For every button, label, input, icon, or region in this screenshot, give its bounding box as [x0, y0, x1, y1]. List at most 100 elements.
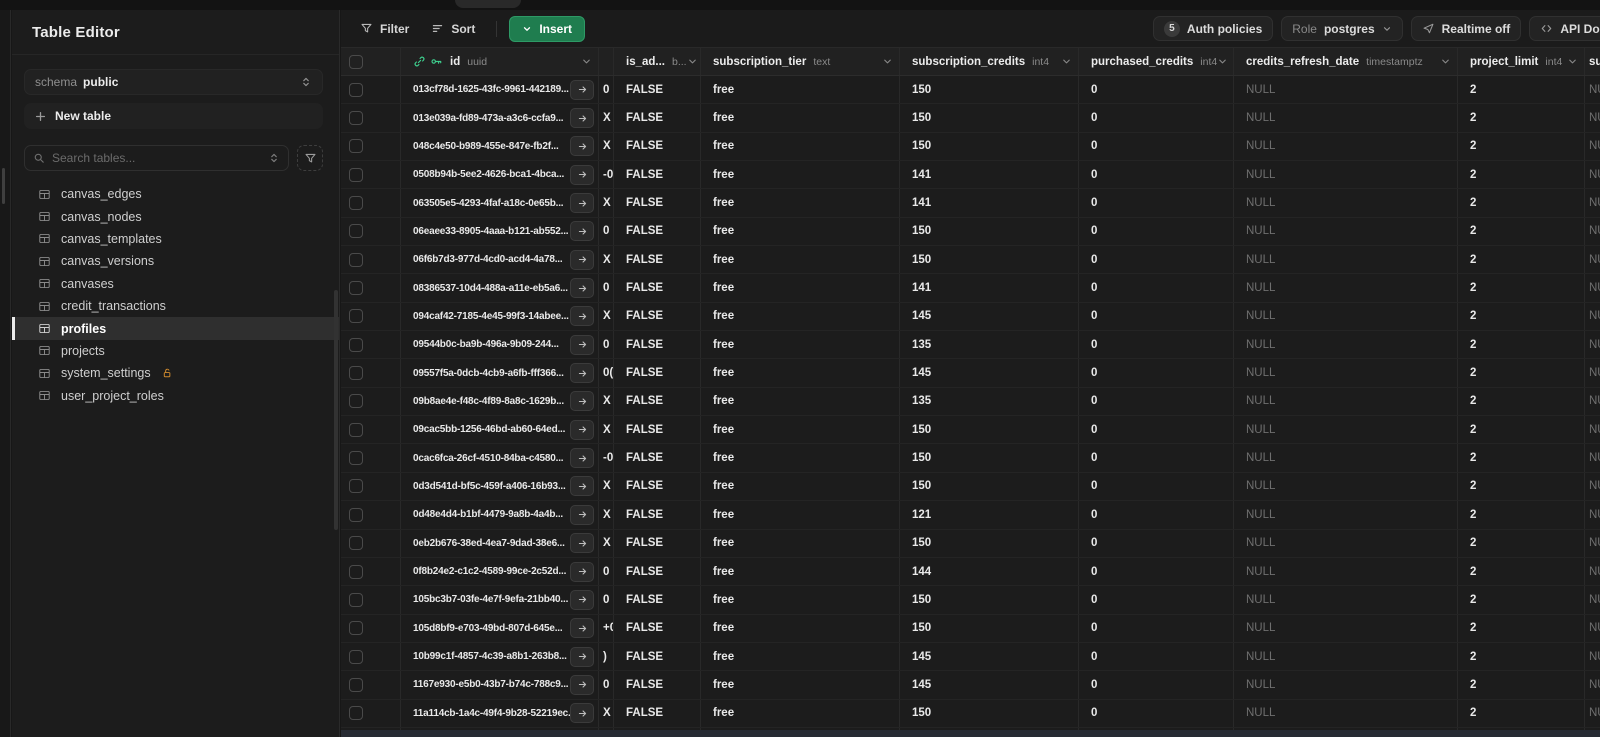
expand-row-button[interactable] — [570, 589, 594, 610]
tables-filter-button[interactable] — [297, 145, 323, 171]
sidebar-item-canvas_edges[interactable]: canvas_edges — [12, 183, 339, 205]
sidebar-scrollbar-thumb[interactable] — [334, 290, 338, 530]
row-checkbox[interactable] — [349, 451, 363, 466]
sidebar-item-credit_transactions[interactable]: credit_transactions — [12, 295, 339, 317]
uuid-value: 11a114cb-1a4c-49f4-9b28-52219ec... — [413, 707, 576, 719]
expand-row-button[interactable] — [570, 363, 594, 384]
row-checkbox[interactable] — [349, 167, 363, 182]
expand-row-button[interactable] — [570, 221, 594, 242]
row-checkbox[interactable] — [349, 252, 363, 267]
role-select-button[interactable]: Role postgres — [1281, 16, 1403, 41]
expand-row-button[interactable] — [570, 334, 594, 355]
column-header-subscription_credits[interactable]: subscription_credits int4 — [900, 48, 1079, 75]
expand-row-button[interactable] — [570, 164, 594, 185]
row-checkbox[interactable] — [349, 281, 363, 296]
sidebar-item-canvas_templates[interactable]: canvas_templates — [12, 228, 339, 250]
table-list: canvas_edges canvas_nodes canvas_templates… — [12, 183, 339, 407]
row-checkbox[interactable] — [349, 649, 363, 664]
rail-scrollbar-thumb[interactable] — [2, 168, 5, 204]
expand-row-button[interactable] — [570, 674, 594, 695]
sort-label: Sort — [451, 21, 476, 36]
expand-row-button[interactable] — [570, 79, 594, 100]
expand-row-button[interactable] — [570, 419, 594, 440]
select-all-checkbox[interactable] — [349, 54, 363, 69]
arrow-right-icon — [577, 424, 588, 435]
row-checkbox-cell — [341, 586, 401, 614]
cell-is-admin: FALSE — [614, 472, 701, 501]
sidebar-item-canvases[interactable]: canvases — [12, 273, 339, 295]
row-checkbox[interactable] — [349, 82, 363, 97]
row-checkbox[interactable] — [349, 394, 363, 409]
sidebar-item-user_project_roles[interactable]: user_project_roles — [12, 385, 339, 407]
column-header-subscription_tier[interactable]: subscription_tier text — [701, 48, 900, 75]
row-checkbox[interactable] — [349, 224, 363, 239]
column-header-project_limit[interactable]: project_limit int4 — [1458, 48, 1585, 75]
row-checkbox[interactable] — [349, 507, 363, 522]
expand-row-button[interactable] — [570, 561, 594, 582]
row-checkbox-cell — [341, 274, 401, 302]
last-clipped-value: NULL — [1589, 395, 1600, 408]
column-header-purchased_credits[interactable]: purchased_credits int4 — [1079, 48, 1234, 75]
expand-row-button[interactable] — [570, 504, 594, 525]
refresh-date-value: NULL — [1246, 83, 1276, 96]
refresh-date-value: NULL — [1246, 707, 1276, 720]
sidebar-item-system_settings[interactable]: system_settings — [12, 362, 339, 384]
cell-clipped-last: NULL — [1585, 76, 1600, 103]
row-checkbox[interactable] — [349, 337, 363, 352]
expand-row-button[interactable] — [570, 193, 594, 214]
row-checkbox[interactable] — [349, 706, 363, 721]
expand-row-button[interactable] — [570, 278, 594, 299]
row-checkbox[interactable] — [349, 422, 363, 437]
cell-purchased-credits: 0 — [1079, 671, 1234, 699]
column-header-credits_refresh_date[interactable]: credits_refresh_date timestamptz — [1234, 48, 1458, 75]
sidebar-item-projects[interactable]: projects — [12, 340, 339, 362]
sidebar-item-canvas_versions[interactable]: canvas_versions — [12, 250, 339, 272]
row-checkbox[interactable] — [349, 139, 363, 154]
row-checkbox[interactable] — [349, 111, 363, 126]
expand-row-button[interactable] — [570, 108, 594, 129]
api-docs-button[interactable]: API Docs — [1529, 16, 1600, 41]
subscription-credits-value: 145 — [912, 650, 932, 663]
new-table-button[interactable]: New table — [24, 103, 323, 129]
chevrons-up-down-icon[interactable] — [268, 152, 280, 164]
expand-row-button[interactable] — [570, 249, 594, 270]
row-checkbox[interactable] — [349, 677, 363, 692]
filter-button[interactable]: Filter — [351, 16, 418, 42]
auth-policies-button[interactable]: 5 Auth policies — [1152, 16, 1274, 41]
row-checkbox[interactable] — [349, 196, 363, 211]
column-header-id[interactable]: id uuid — [401, 48, 599, 75]
row-checkbox[interactable] — [349, 309, 363, 324]
sidebar-item-canvas_nodes[interactable]: canvas_nodes — [12, 205, 339, 227]
sort-button[interactable]: Sort — [422, 16, 484, 42]
column-header-is_ad...[interactable]: is_ad... b... — [614, 48, 701, 75]
schema-select[interactable]: schema public — [24, 69, 323, 95]
realtime-toggle-button[interactable]: Realtime off — [1410, 16, 1522, 41]
expand-row-button[interactable] — [570, 618, 594, 639]
expand-row-button[interactable] — [570, 306, 594, 327]
row-checkbox[interactable] — [349, 621, 363, 636]
horizontal-scrollbar[interactable] — [341, 730, 1600, 737]
column-header-clipped[interactable] — [599, 48, 614, 75]
tier-value: free — [713, 395, 735, 408]
expand-row-button[interactable] — [570, 533, 594, 554]
search-tables-input[interactable] — [52, 151, 261, 165]
column-header-su[interactable]: su — [1585, 48, 1600, 75]
row-checkbox[interactable] — [349, 479, 363, 494]
expand-row-button[interactable] — [570, 448, 594, 469]
row-checkbox[interactable] — [349, 564, 363, 579]
expand-row-button[interactable] — [570, 646, 594, 667]
expand-row-button[interactable] — [570, 703, 594, 724]
expand-row-button[interactable] — [570, 476, 594, 497]
purchased-credits-value: 0 — [1091, 707, 1098, 720]
row-checkbox[interactable] — [349, 536, 363, 551]
expand-row-button[interactable] — [570, 391, 594, 412]
expand-row-button[interactable] — [570, 136, 594, 157]
arrow-right-icon — [577, 538, 588, 549]
row-checkbox[interactable] — [349, 592, 363, 607]
purchased-credits-value: 0 — [1091, 593, 1098, 606]
search-row — [24, 145, 323, 171]
insert-button[interactable]: Insert — [509, 15, 586, 42]
sidebar-item-profiles[interactable]: profiles — [12, 317, 339, 340]
row-checkbox[interactable] — [349, 366, 363, 381]
cell-credits-refresh-date: NULL — [1234, 444, 1458, 472]
